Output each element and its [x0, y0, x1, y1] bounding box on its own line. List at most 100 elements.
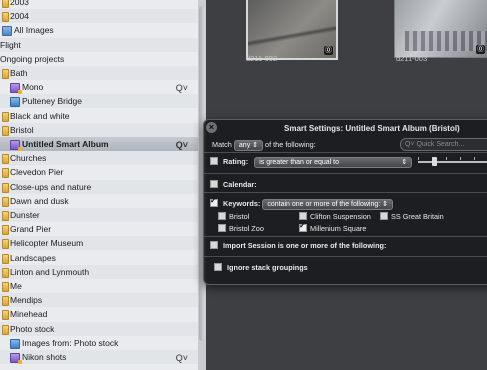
folder-icon: [2, 225, 9, 236]
close-icon[interactable]: ×: [206, 122, 217, 133]
keyword-checkbox[interactable]: [218, 224, 226, 232]
sidebar-item-label: Pulteney Bridge: [22, 96, 83, 107]
divider: [204, 152, 487, 153]
sidebar-item-label: Untitled Smart Album: [22, 139, 109, 149]
divider: [204, 256, 487, 257]
sidebar-item[interactable]: Linton and Lynmouth: [0, 264, 198, 279]
keywords-popup-value: contain one or more of the following:: [267, 201, 381, 208]
keyword-checkbox[interactable]: [299, 212, 307, 220]
sidebar-item[interactable]: Bath: [0, 66, 198, 80]
sidebar-item-label: Churches: [10, 153, 47, 164]
keyword-option[interactable]: SS Great Britain: [380, 212, 444, 221]
sidebar-item[interactable]: Black and white: [0, 109, 198, 123]
folder-icon: [2, 211, 9, 221]
sidebar-item-label: Photo stock: [10, 323, 55, 334]
keyword-option[interactable]: Clifton Suspension: [299, 212, 371, 221]
import-session-checkbox[interactable]: [210, 241, 218, 249]
keywords-checkbox[interactable]: [210, 196, 218, 207]
import-session-label: Import Session is one or more of the fol…: [223, 241, 387, 250]
keyword-label: Millenium Square: [310, 224, 367, 233]
sidebar-item[interactable]: Flight: [0, 37, 198, 52]
sidebar-item[interactable]: 2003: [0, 0, 198, 9]
smart-album-icon: [10, 353, 22, 364]
rating-checkbox[interactable]: [210, 157, 218, 165]
ignore-stacks-row: Ignore stack groupings: [214, 263, 308, 272]
match-label: Match: [212, 140, 232, 149]
folder-icon: [2, 182, 9, 193]
sidebar-item[interactable]: Minehead: [0, 307, 198, 321]
sidebar-item[interactable]: Landscapes: [0, 251, 198, 265]
sidebar-item[interactable]: Photo stock: [0, 321, 198, 336]
rating-row: Rating: is greater than or equal to ⇕: [210, 157, 413, 168]
sidebar-item[interactable]: 2004: [0, 9, 198, 24]
sidebar-item[interactable]: Dunster: [0, 208, 198, 222]
sidebar-item-label: Mendips: [10, 295, 43, 306]
sidebar-item[interactable]: Untitled Smart Album Q˅: [0, 137, 198, 151]
keyword-checkbox[interactable]: [380, 212, 388, 220]
sidebar-item[interactable]: All Images: [0, 23, 198, 37]
rating-label: Rating:: [223, 157, 249, 166]
rating-slider[interactable]: [418, 157, 487, 167]
album-icon: [10, 97, 20, 108]
slider-knob[interactable]: [432, 157, 437, 166]
keywords-row: Keywords: contain one or more of the fol…: [210, 196, 394, 210]
keywords-popup[interactable]: contain one or more of the following: ⇕: [262, 199, 394, 210]
sidebar-item[interactable]: Images from: Photo stock: [0, 336, 198, 350]
sidebar-item[interactable]: Helicopter Museum: [0, 236, 198, 251]
sidebar-item[interactable]: Ongoing projects: [0, 52, 198, 66]
keyword-label: Bristol Zoo: [229, 224, 264, 233]
sidebar-item-label: 2003: [10, 0, 29, 7]
keyword-label: Bristol: [229, 212, 250, 221]
keyword-option[interactable]: Millenium Square: [299, 221, 367, 233]
sidebar-item[interactable]: Nikon shots Q˅: [0, 350, 198, 364]
hud-title: Smart Settings: Untitled Smart Album (Br…: [284, 124, 460, 133]
thumbnail-caption: d211-002: [246, 54, 278, 63]
sidebar-item-label: Me: [10, 281, 22, 291]
search-icon[interactable]: Q˅: [176, 138, 188, 152]
folder-icon: [2, 267, 9, 278]
slider-track: [418, 161, 487, 163]
smart-album-icon: [10, 140, 22, 151]
sidebar-item-label: Flight: [0, 39, 21, 50]
sidebar-item[interactable]: Grand Pier: [0, 222, 198, 236]
sidebar-item-label: Minehead: [10, 309, 48, 320]
keyword-checkbox[interactable]: [299, 221, 307, 232]
folder-icon: [2, 196, 9, 207]
sidebar-item[interactable]: Bristol: [0, 122, 198, 137]
sidebar-item-label: Black and white: [10, 110, 70, 121]
sidebar-item[interactable]: Mono Q˅: [0, 80, 198, 95]
folder-icon: [2, 69, 9, 79]
album-icon: [10, 338, 20, 349]
image-thumbnail[interactable]: ⓪: [246, 0, 338, 60]
sidebar-item[interactable]: Clevedon Pier: [0, 165, 198, 179]
image-thumbnail[interactable]: ⓪: [394, 0, 487, 58]
rating-popup[interactable]: is greater than or equal to ⇕: [254, 157, 413, 168]
sidebar-item-label: Dunster: [10, 210, 40, 220]
sidebar-item-label: Dawn and dusk: [10, 195, 69, 206]
quick-search-field[interactable]: Q˅ Quick Search...: [400, 138, 487, 151]
search-icon[interactable]: Q˅: [176, 351, 188, 365]
sidebar-item[interactable]: Churches: [0, 151, 198, 166]
sidebar-item[interactable]: Me: [0, 279, 198, 293]
sidebar-item[interactable]: Pulteney Bridge: [0, 94, 198, 109]
ignore-stacks-checkbox[interactable]: [214, 263, 222, 271]
search-icon[interactable]: Q˅: [176, 81, 188, 95]
adjustment-badge-icon: ⓪: [476, 45, 485, 54]
sidebar-item-label: Clevedon Pier: [10, 167, 64, 178]
keyword-option[interactable]: Bristol Zoo: [218, 224, 264, 233]
sidebar-item-label: 2004: [10, 11, 29, 22]
divider: [204, 192, 487, 193]
sidebar-item-label: Close-ups and nature: [10, 181, 92, 192]
rating-popup-value: is greater than or equal to: [259, 159, 339, 166]
sidebar-item[interactable]: Dawn and dusk: [0, 194, 198, 208]
keyword-option[interactable]: Bristol: [218, 212, 249, 221]
sidebar-item-label: Bristol: [10, 124, 34, 135]
calendar-checkbox[interactable]: [210, 180, 218, 188]
folder-icon: [2, 154, 9, 165]
keyword-checkbox[interactable]: [218, 212, 226, 220]
keyword-label: SS Great Britain: [391, 212, 444, 221]
sidebar-item[interactable]: Mendips: [0, 293, 198, 308]
sidebar-item[interactable]: Close-ups and nature: [0, 179, 198, 194]
thumbnail-caption: d211-003: [396, 54, 428, 63]
match-popup[interactable]: any ⇕: [233, 140, 264, 151]
